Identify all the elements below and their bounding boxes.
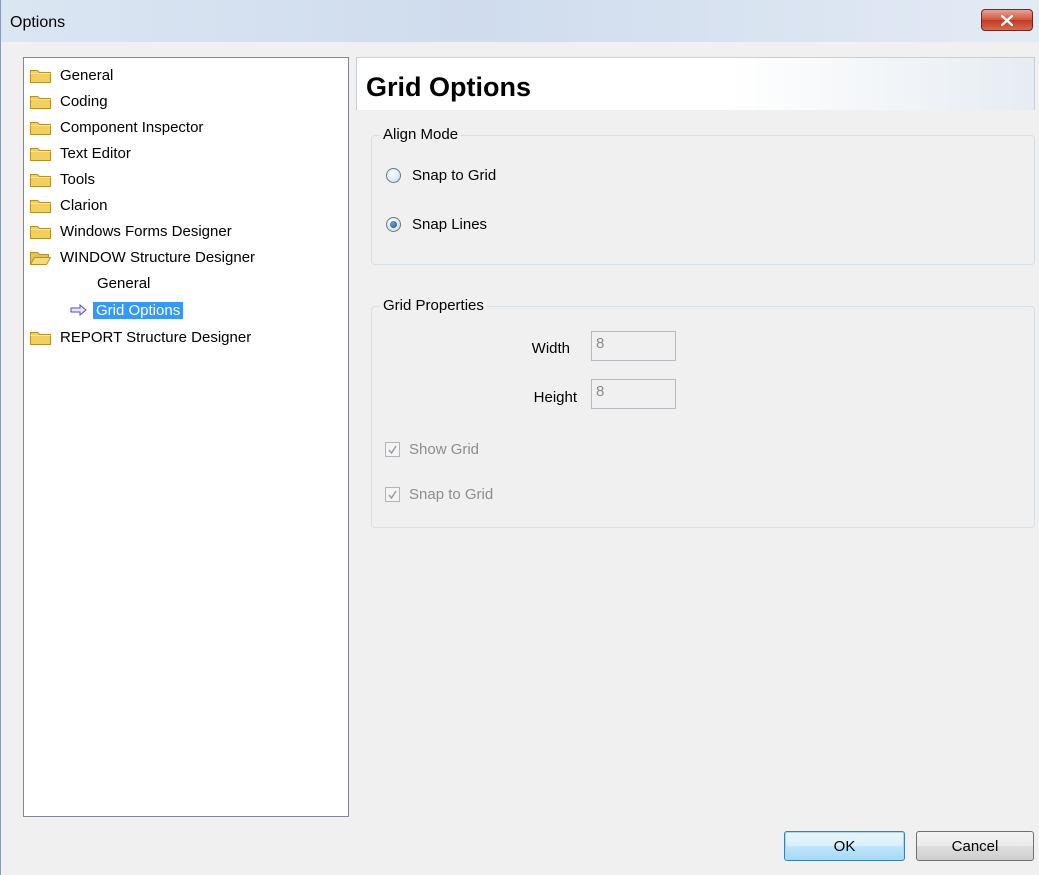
- checkbox-checked-icon: [385, 442, 400, 457]
- tree-item-label: Clarion: [60, 196, 108, 214]
- folder-closed-icon: [30, 95, 51, 109]
- checkbox-label: Show Grid: [409, 441, 480, 458]
- folder-closed-icon: [30, 147, 51, 161]
- folder-closed-icon: [30, 121, 51, 135]
- tree-item-label: Windows Forms Designer: [60, 222, 232, 240]
- width-label: Width: [531, 340, 570, 357]
- tree-item-window-general[interactable]: General: [97, 271, 150, 295]
- radio-unchecked-icon: [386, 168, 401, 183]
- tree-item-grid-options[interactable]: Grid Options: [70, 298, 184, 322]
- snap-to-grid-radio[interactable]: Snap to Grid: [386, 167, 496, 184]
- arrow-right-icon: [70, 304, 87, 316]
- tree-item-coding[interactable]: Coding: [30, 89, 108, 113]
- options-tree[interactable]: General Coding Component Inspector Text …: [23, 57, 349, 817]
- close-button[interactable]: [981, 9, 1033, 31]
- folder-closed-icon: [30, 69, 51, 83]
- tree-item-label: REPORT Structure Designer: [60, 328, 252, 346]
- height-field[interactable]: 8: [591, 379, 676, 409]
- window-title: Options: [10, 14, 66, 31]
- close-icon: [1001, 14, 1013, 26]
- title-bar[interactable]: Options: [1, 0, 1039, 42]
- align-mode-group: [371, 135, 1035, 265]
- tree-item-label: Text Editor: [60, 144, 131, 162]
- checkbox-label: Snap to Grid: [409, 486, 494, 503]
- radio-checked-icon: [386, 217, 401, 232]
- tree-item-tools[interactable]: Tools: [30, 167, 95, 191]
- tree-item-window-structure-designer[interactable]: WINDOW Structure Designer: [30, 245, 255, 269]
- show-grid-checkbox[interactable]: Show Grid: [385, 441, 479, 458]
- radio-label: Snap to Grid: [412, 167, 497, 184]
- folder-closed-icon: [30, 199, 51, 213]
- tree-item-label: General: [97, 274, 151, 292]
- tree-item-clarion[interactable]: Clarion: [30, 193, 108, 217]
- width-field[interactable]: 8: [591, 331, 676, 361]
- options-dialog: Options General Coding Component Inspect…: [0, 0, 1039, 875]
- page-title: Grid Options: [366, 72, 531, 102]
- folder-closed-icon: [30, 225, 51, 239]
- cancel-button[interactable]: Cancel: [916, 831, 1034, 861]
- grid-properties-title: Grid Properties: [380, 297, 487, 314]
- snap-lines-radio[interactable]: Snap Lines: [386, 216, 487, 233]
- tree-item-label: WINDOW Structure Designer: [60, 248, 256, 266]
- tree-item-label: Coding: [60, 92, 108, 110]
- tree-item-component-inspector[interactable]: Component Inspector: [30, 115, 203, 139]
- tree-item-text-editor[interactable]: Text Editor: [30, 141, 131, 165]
- tree-item-label: Component Inspector: [60, 118, 204, 136]
- folder-closed-icon: [30, 173, 51, 187]
- panel-header: Grid Options: [356, 57, 1035, 110]
- radio-label: Snap Lines: [412, 216, 488, 233]
- tree-item-report-structure-designer[interactable]: REPORT Structure Designer: [30, 325, 251, 349]
- align-mode-title: Align Mode: [380, 126, 462, 143]
- tree-item-general[interactable]: General: [30, 63, 113, 87]
- folder-closed-icon: [30, 331, 51, 345]
- folder-open-icon: [30, 251, 51, 265]
- height-label: Height: [533, 389, 577, 406]
- checkbox-checked-icon: [385, 487, 400, 502]
- tree-item-windows-forms-designer[interactable]: Windows Forms Designer: [30, 219, 232, 243]
- snap-to-grid-checkbox[interactable]: Snap to Grid: [385, 486, 493, 503]
- tree-item-label: General: [60, 66, 114, 84]
- tree-item-label: Tools: [60, 170, 96, 188]
- ok-button[interactable]: OK: [784, 831, 905, 861]
- tree-item-label: Grid Options: [93, 301, 184, 319]
